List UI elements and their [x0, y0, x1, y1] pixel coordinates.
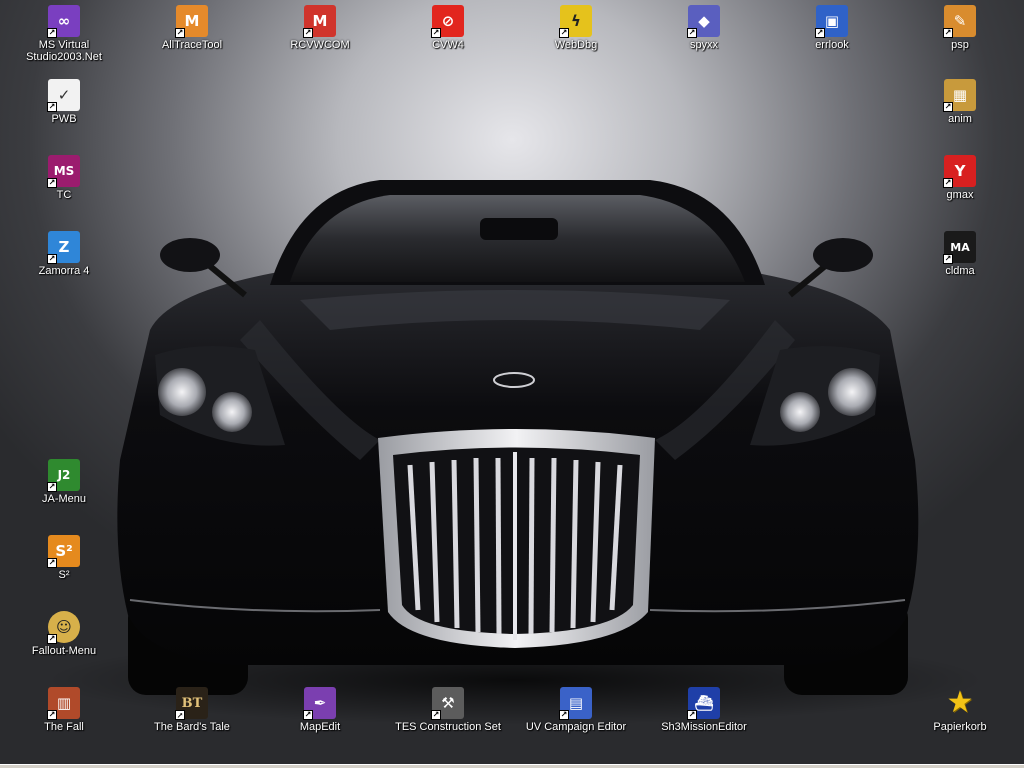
- psp-icon: ✎ ↗: [943, 5, 976, 38]
- shortcut-arrow-icon: ↗: [559, 710, 569, 720]
- desktop-icon-label: MapEdit: [299, 721, 341, 733]
- tes-cs-icon: ⚒ ↗: [431, 687, 464, 720]
- uv-campaign-icon: ▤ ↗: [559, 687, 592, 720]
- shortcut-arrow-icon: ↗: [687, 28, 697, 38]
- desktop-icon-label: AllTraceTool: [161, 39, 223, 51]
- desktop-icon-pwb[interactable]: ✓ ↗ PWB: [9, 79, 119, 125]
- fallout-menu-icon: ☺ ↗: [47, 611, 80, 644]
- desktop-icon-label: PWB: [51, 113, 77, 125]
- cldma-icon: MA ↗: [943, 231, 976, 264]
- desktop-icon-gmax[interactable]: Y ↗ gmax: [905, 155, 1015, 201]
- desktop-icon-the-fall[interactable]: ▥ ↗ The Fall: [9, 687, 119, 733]
- ja-menu-icon: J2 ↗: [47, 459, 80, 492]
- desktop-icon-errlook[interactable]: ▣ ↗ errlook: [777, 5, 887, 51]
- desktop-icon-label: Sh3MissionEditor: [661, 721, 747, 733]
- shortcut-arrow-icon: ↗: [47, 254, 57, 264]
- desktop-icon-label: psp: [951, 39, 969, 51]
- shortcut-arrow-icon: ↗: [431, 28, 441, 38]
- shortcut-arrow-icon: ↗: [175, 710, 185, 720]
- shortcut-arrow-icon: ↗: [47, 178, 57, 188]
- desktop-icon-anim[interactable]: ▦ ↗ anim: [905, 79, 1015, 125]
- desktop-icon-label: Papierkorb: [933, 721, 987, 733]
- desktop-icon-mapedit[interactable]: ✒ ↗ MapEdit: [265, 687, 375, 733]
- tc-icon: MS ↗: [47, 155, 80, 188]
- desktop[interactable]: ∞ ↗ MS Virtual Studio2003.Net M ↗ AllTrace…: [0, 0, 1024, 768]
- shortcut-arrow-icon: ↗: [943, 102, 953, 112]
- desktop-icon-ms-virtual-studio[interactable]: ∞ ↗ MS Virtual Studio2003.Net: [9, 5, 119, 63]
- zamorra-icon: Z ↗: [47, 231, 80, 264]
- desktop-icon-cvw4[interactable]: ⊘ ↗ CVW4: [393, 5, 503, 51]
- the-fall-icon: ▥ ↗: [47, 687, 80, 720]
- desktop-icon-label: gmax: [946, 189, 974, 201]
- desktop-icon-bards-tale[interactable]: BT ↗ The Bard's Tale: [137, 687, 247, 733]
- desktop-icon-psp[interactable]: ✎ ↗ psp: [905, 5, 1015, 51]
- webdbg-icon: ϟ ↗: [559, 5, 592, 38]
- cvw4-icon: ⊘ ↗: [431, 5, 464, 38]
- car-wallpaper-image: [45, 180, 985, 725]
- desktop-icon-s2[interactable]: S² ↗ S²: [9, 535, 119, 581]
- desktop-icon-papierkorb[interactable]: ★ Papierkorb: [905, 685, 1015, 734]
- taskbar-edge: [0, 764, 1024, 768]
- s2-icon: S² ↗: [47, 535, 80, 568]
- errlook-icon: ▣ ↗: [815, 5, 848, 38]
- desktop-icon-label: spyxx: [689, 39, 719, 51]
- shortcut-arrow-icon: ↗: [47, 28, 57, 38]
- shortcut-arrow-icon: ↗: [815, 28, 825, 38]
- rcvwcom-icon: M ↗: [303, 5, 336, 38]
- visual-studio-icon: ∞ ↗: [47, 5, 80, 38]
- shortcut-arrow-icon: ↗: [943, 178, 953, 188]
- desktop-icon-label: anim: [948, 113, 972, 125]
- shortcut-arrow-icon: ↗: [303, 28, 313, 38]
- desktop-icon-label: Zamorra 4: [38, 265, 90, 277]
- shortcut-arrow-icon: ↗: [303, 710, 313, 720]
- desktop-icon-label: cldma: [945, 265, 975, 277]
- pwb-icon: ✓ ↗: [47, 79, 80, 112]
- desktop-icon-label: JA-Menu: [41, 493, 87, 505]
- bards-tale-icon: BT ↗: [175, 687, 208, 720]
- desktop-icon-label: The Fall: [44, 721, 84, 733]
- desktop-icon-label: S²: [58, 569, 70, 581]
- desktop-icon-label: UV Campaign Editor: [525, 721, 627, 733]
- desktop-icon-cldma[interactable]: MA ↗ cldma: [905, 231, 1015, 277]
- shortcut-arrow-icon: ↗: [47, 558, 57, 568]
- shortcut-arrow-icon: ↗: [175, 28, 185, 38]
- gmax-icon: Y ↗: [943, 155, 976, 188]
- desktop-icon-label: TC: [56, 189, 72, 201]
- desktop-icon-label: TES Construction Set: [395, 721, 501, 733]
- desktop-icon-tc[interactable]: MS ↗ TC: [9, 155, 119, 201]
- shortcut-arrow-icon: ↗: [687, 710, 697, 720]
- desktop-icon-label: The Bard's Tale: [154, 721, 230, 733]
- desktop-icon-label: MS Virtual Studio2003.Net: [26, 39, 102, 63]
- recycle-bin-icon: ★: [946, 685, 974, 720]
- desktop-icon-zamorra-4[interactable]: Z ↗ Zamorra 4: [9, 231, 119, 277]
- shortcut-arrow-icon: ↗: [47, 710, 57, 720]
- shortcut-arrow-icon: ↗: [943, 28, 953, 38]
- desktop-icon-label: Fallout-Menu: [31, 645, 97, 657]
- desktop-icon-label: RCVWCOM: [290, 39, 350, 51]
- desktop-icon-alltracetool[interactable]: M ↗ AllTraceTool: [137, 5, 247, 51]
- shortcut-arrow-icon: ↗: [47, 102, 57, 112]
- shortcut-arrow-icon: ↗: [431, 710, 441, 720]
- shortcut-arrow-icon: ↗: [559, 28, 569, 38]
- shortcut-arrow-icon: ↗: [47, 482, 57, 492]
- spyxx-icon: ◆ ↗: [687, 5, 720, 38]
- shortcut-arrow-icon: ↗: [943, 254, 953, 264]
- sh3-mission-icon: ⛴ ↗: [687, 687, 720, 720]
- desktop-icon-tes-construction-set[interactable]: ⚒ ↗ TES Construction Set: [393, 687, 503, 733]
- mapedit-icon: ✒ ↗: [303, 687, 336, 720]
- desktop-icon-uv-campaign-editor[interactable]: ▤ ↗ UV Campaign Editor: [521, 687, 631, 733]
- desktop-icon-rcvwcom[interactable]: M ↗ RCVWCOM: [265, 5, 375, 51]
- trace-tool-icon: M ↗: [175, 5, 208, 38]
- desktop-icon-webdbg[interactable]: ϟ ↗ WebDbg: [521, 5, 631, 51]
- desktop-icon-sh3-mission-editor[interactable]: ⛴ ↗ Sh3MissionEditor: [649, 687, 759, 733]
- desktop-icon-ja-menu[interactable]: J2 ↗ JA-Menu: [9, 459, 119, 505]
- anim-icon: ▦ ↗: [943, 79, 976, 112]
- desktop-icon-spyxx[interactable]: ◆ ↗ spyxx: [649, 5, 759, 51]
- desktop-icon-label: WebDbg: [554, 39, 598, 51]
- shortcut-arrow-icon: ↗: [47, 634, 57, 644]
- desktop-icon-label: CVW4: [432, 39, 464, 51]
- desktop-icon-fallout-menu[interactable]: ☺ ↗ Fallout-Menu: [9, 611, 119, 657]
- desktop-icon-label: errlook: [815, 39, 849, 51]
